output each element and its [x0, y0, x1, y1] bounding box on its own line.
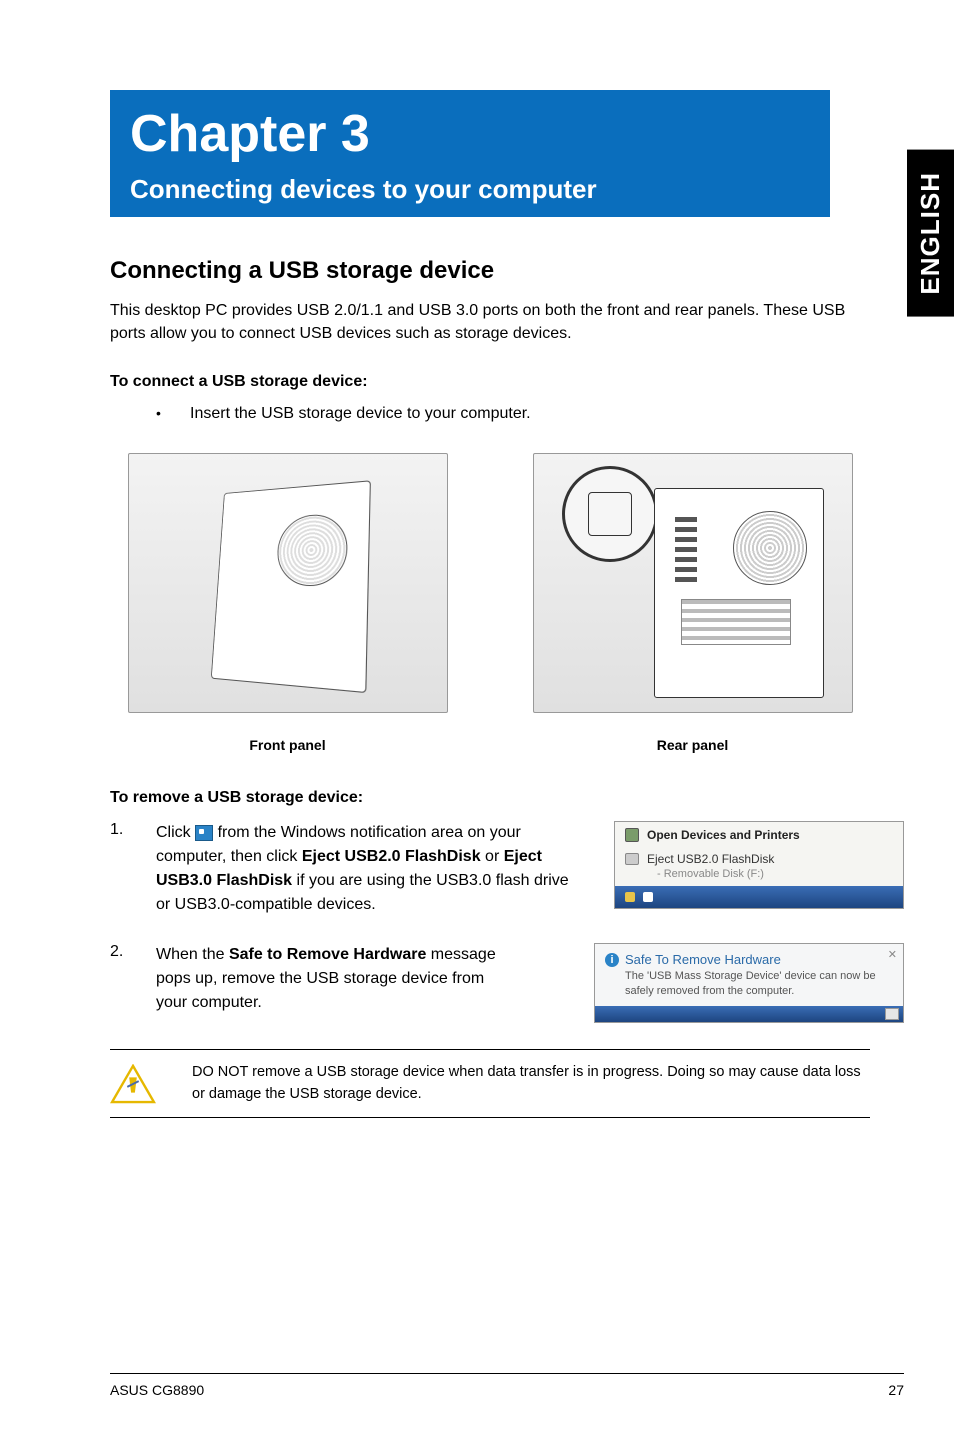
step-1-number: 1. — [110, 821, 156, 839]
step1-bold1: Eject USB2.0 FlashDisk — [302, 848, 481, 865]
rear-panel-caption: Rear panel — [657, 737, 729, 753]
connect-heading: To connect a USB storage device: — [110, 373, 904, 391]
step-1-row: 1. Click from the Windows notification a… — [110, 821, 904, 917]
page-footer: ASUS CG8890 27 — [110, 1373, 904, 1398]
step-2-row: 2. When the Safe to Remove Hardware mess… — [110, 943, 904, 1023]
front-panel-box: Front panel — [110, 453, 465, 753]
info-icon: i — [605, 953, 619, 967]
toast-body: The 'USB Mass Storage Device' device can… — [605, 969, 893, 998]
pc-rear-illustration — [654, 488, 824, 698]
chapter-title: Chapter 3 — [130, 104, 810, 164]
step-2-number: 2. — [110, 943, 156, 961]
magnify-icon — [562, 466, 658, 562]
connect-bullet-text: Insert the USB storage device to your co… — [190, 405, 531, 423]
connect-bullet: • Insert the USB storage device to your … — [156, 405, 904, 423]
bullet-dot: • — [156, 405, 190, 421]
tray-eject-label: Eject USB2.0 FlashDisk — [647, 852, 774, 866]
tray-drive-label: Removable Disk (F:) — [664, 868, 764, 880]
toast-title: Safe To Remove Hardware — [625, 952, 781, 967]
step2-bold: Safe to Remove Hardware — [229, 946, 426, 963]
step1-or: or — [485, 848, 504, 865]
devices-icon — [625, 828, 639, 842]
section-intro: This desktop PC provides USB 2.0/1.1 and… — [110, 299, 870, 345]
tray-open-label: Open Devices and Printers — [647, 828, 800, 842]
footer-page-number: 27 — [888, 1382, 904, 1398]
tray-eject: Eject USB2.0 FlashDisk — [615, 848, 903, 868]
toast-close-icon: ✕ — [888, 948, 897, 961]
front-panel-image — [128, 453, 448, 713]
toast-popup: ✕ i Safe To Remove Hardware The 'USB Mas… — [594, 943, 904, 1023]
taskbar-snippet — [615, 886, 903, 908]
tray-popup: Open Devices and Printers Eject USB2.0 F… — [614, 821, 904, 909]
pc-front-illustration — [210, 481, 370, 694]
rear-panel-image — [533, 453, 853, 713]
toast-taskbar — [595, 1006, 903, 1022]
section-heading: Connecting a USB storage device — [110, 257, 904, 285]
front-panel-caption: Front panel — [249, 737, 325, 753]
remove-heading: To remove a USB storage device: — [110, 789, 904, 807]
tray-open-devices: Open Devices and Printers — [615, 822, 903, 848]
tray-drive: - Removable Disk (F:) — [615, 868, 903, 886]
step-1-body: Click from the Windows notification area… — [156, 821, 586, 917]
step-2-body: When the Safe to Remove Hardware message… — [156, 943, 516, 1015]
tray-eject-icon — [195, 825, 213, 841]
panels-row: Front panel Rear panel — [110, 453, 870, 753]
warning-icon — [110, 1064, 156, 1104]
chapter-subtitle: Connecting devices to your computer — [130, 174, 810, 205]
drive-icon — [625, 853, 639, 865]
warning-text: DO NOT remove a USB storage device when … — [192, 1062, 870, 1106]
step2-pre: When the — [156, 946, 229, 963]
warning-box: DO NOT remove a USB storage device when … — [110, 1049, 870, 1119]
rear-panel-box: Rear panel — [515, 453, 870, 753]
step1-pre: Click — [156, 824, 195, 841]
toast-title-row: i Safe To Remove Hardware — [605, 952, 893, 967]
chapter-banner: Chapter 3 Connecting devices to your com… — [110, 90, 830, 217]
language-tab: ENGLISH — [907, 150, 954, 317]
footer-model: ASUS CG8890 — [110, 1382, 204, 1398]
